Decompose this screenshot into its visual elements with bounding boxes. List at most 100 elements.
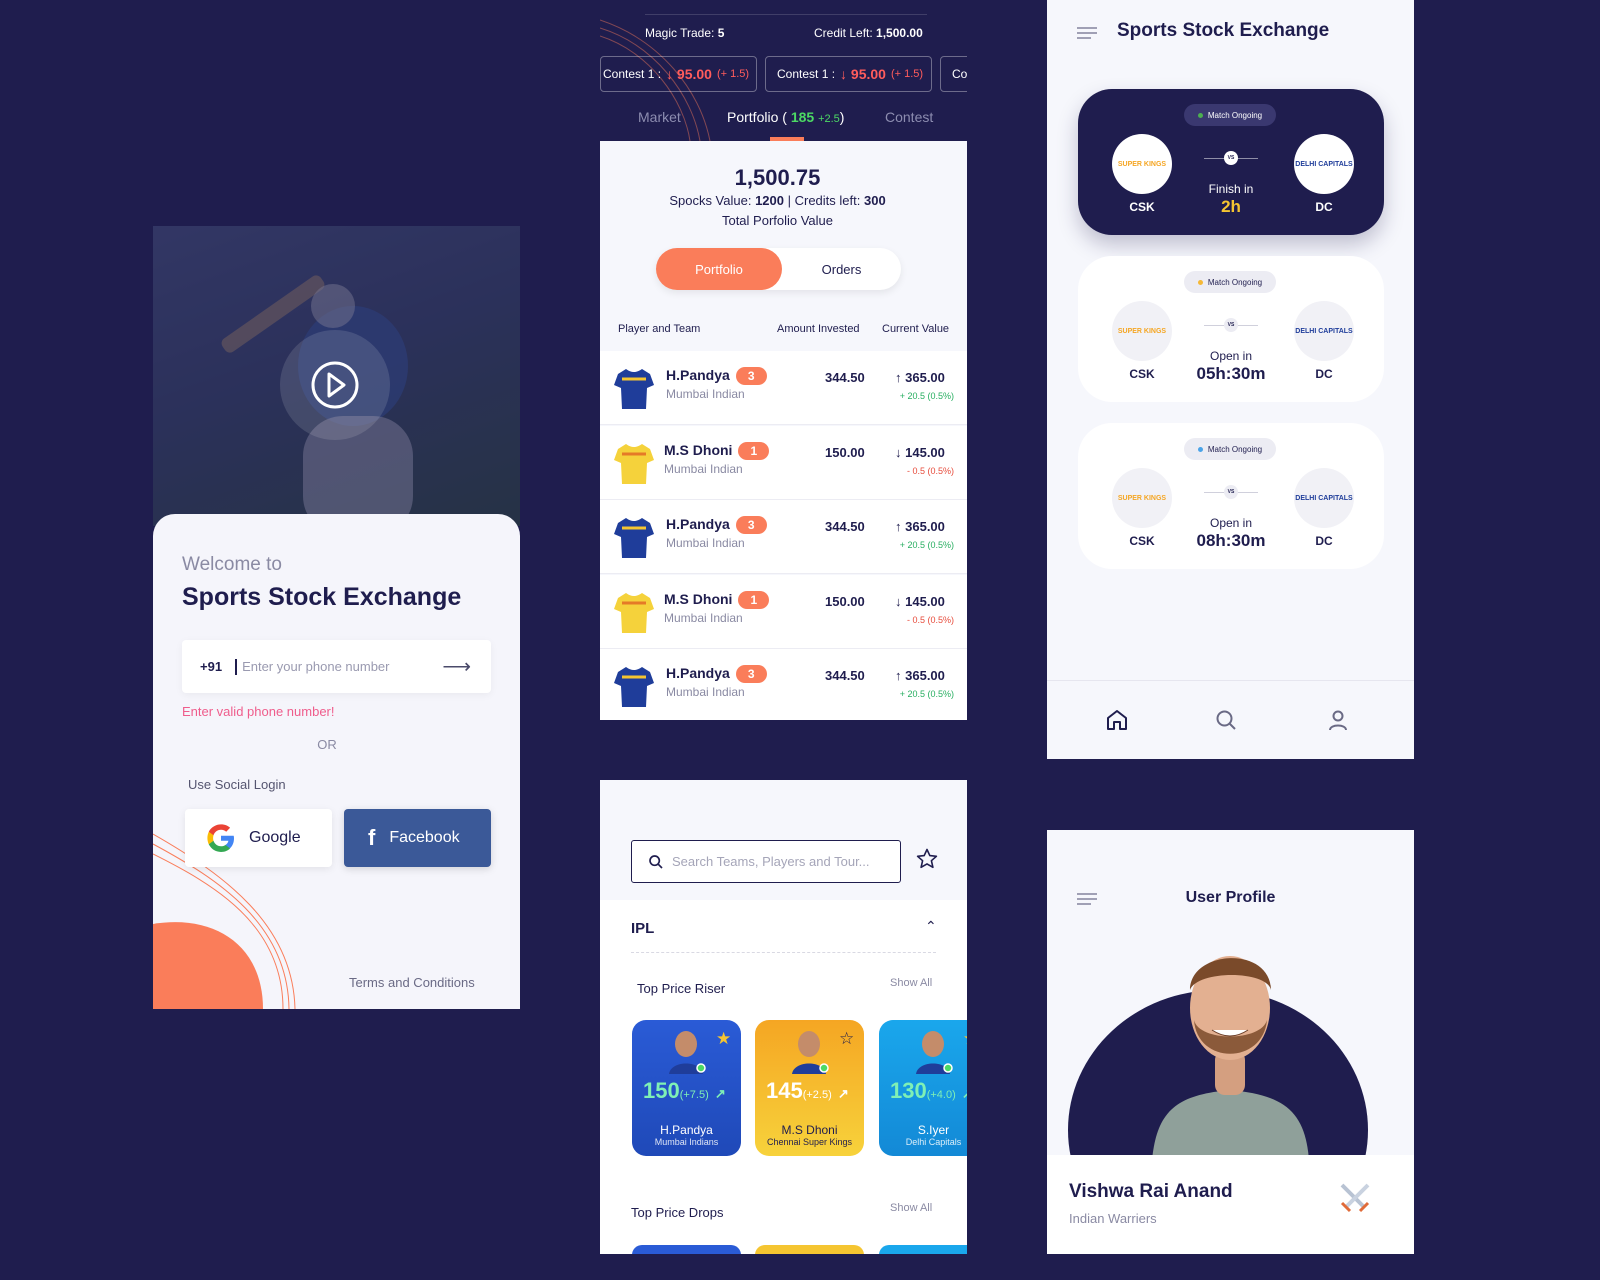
search-placeholder[interactable]: Search Teams, Players and Tour... — [672, 854, 870, 869]
arrow-up-icon: ↑ — [895, 370, 902, 385]
contest-change: (+ 1.5) — [890, 68, 924, 80]
player-team: Mumbai Indian — [664, 610, 743, 625]
google-label[interactable]: Google — [249, 829, 301, 847]
tab-contest[interactable]: Contest — [885, 109, 933, 125]
jersey-icon — [614, 518, 654, 558]
contest-label: Co — [952, 67, 967, 81]
player-name: H.Pandya 3 — [666, 665, 767, 683]
team-a-name: CSK — [1129, 200, 1155, 214]
country-code[interactable]: +91 — [200, 659, 222, 674]
login-card: Welcome to Sports Stock Exchange +91 Ent… — [153, 514, 520, 1009]
favorite-star-icon[interactable]: ★ — [963, 1029, 967, 1049]
match-card[interactable]: Match Ongoing SUPER KINGS DELHI CAPITALS… — [1078, 256, 1384, 402]
player-price: 145(+2.5) ↗ — [766, 1078, 849, 1103]
user-icon[interactable] — [1326, 708, 1350, 737]
favorite-star-icon[interactable]: ☆ — [839, 1029, 854, 1049]
search-input[interactable]: Search Teams, Players and Tour... — [631, 840, 901, 883]
match-card[interactable]: Match Ongoing SUPER KINGS DELHI CAPITALS… — [1078, 89, 1384, 235]
arrow-right-icon[interactable]: ⟶ — [442, 654, 471, 679]
trend-up-icon: ↗ — [714, 1086, 726, 1101]
player-team: Mumbai Indian — [666, 387, 745, 401]
terms-link[interactable]: Terms and Conditions — [349, 975, 475, 990]
table-row[interactable]: H.Pandya 3 Mumbai Indian 344.50 ↑ 365.00 … — [600, 351, 967, 425]
current-value: ↓ 145.00 — [895, 444, 945, 460]
google-login-button[interactable]: Google — [185, 809, 332, 867]
value-change: + 20.5 (0.5%) — [899, 391, 954, 401]
quantity-badge: 1 — [738, 590, 770, 609]
table-row[interactable]: M.S Dhoni 1 Mumbai Indian 150.00 ↓ 145.00… — [600, 574, 967, 649]
amount-invested: 150.00 — [825, 444, 865, 460]
amount-invested: 344.50 — [825, 668, 865, 683]
table-row[interactable]: H.Pandya 3 Mumbai Indian 344.50 ↑ 365.00 … — [600, 649, 967, 720]
magic-trade-value: 5 — [717, 26, 725, 40]
show-all-link[interactable]: Show All — [890, 977, 932, 989]
phone-error-text: Enter valid phone number! — [182, 704, 335, 719]
player-card-partial[interactable] — [879, 1245, 967, 1254]
facebook-label[interactable]: Facebook — [389, 829, 459, 847]
search-icon[interactable] — [1214, 708, 1238, 737]
credit-left: Credit Left: 1,500.00 — [814, 26, 923, 40]
amount-invested: 344.50 — [825, 519, 865, 534]
player-card-partial[interactable] — [632, 1245, 741, 1254]
jersey-icon — [614, 592, 654, 633]
column-header-invested: Amount Invested — [777, 323, 860, 335]
player-name: H.Pandya 3 — [666, 367, 767, 385]
player-card[interactable]: ☆ 145(+2.5) ↗ M.S Dhoni Chennai Super Ki… — [755, 1020, 864, 1156]
toggle-orders[interactable]: Orders — [782, 248, 901, 290]
jersey-icon — [614, 443, 654, 484]
player-price: 130(+4.0) ↗ — [890, 1078, 967, 1104]
or-divider: OR — [317, 737, 337, 752]
contest-label: Contest 1 : — [603, 67, 662, 81]
phone-input-field[interactable]: +91 Enter your phone number ⟶ — [182, 640, 491, 693]
header-divider — [645, 14, 927, 15]
table-row[interactable]: M.S Dhoni 1 Mumbai Indian 150.00 ↓ 145.00… — [600, 425, 967, 500]
hamburger-menu-icon[interactable] — [1077, 27, 1097, 39]
team-b-name: DC — [1315, 200, 1333, 214]
phone-input-placeholder[interactable]: Enter your phone number — [242, 659, 389, 674]
play-button[interactable] — [280, 330, 390, 440]
match-status-pill: Match Ongoing — [1184, 438, 1276, 460]
portfolio-header: Magic Trade: 5 Credit Left: 1,500.00 Con… — [600, 0, 967, 141]
player-avatar — [669, 1031, 706, 1074]
jersey-icon — [614, 369, 654, 409]
dc-logo: DELHI CAPITALS — [1294, 468, 1354, 528]
league-title[interactable]: IPL — [631, 920, 654, 937]
match-card[interactable]: Match Ongoing SUPER KINGS DELHI CAPITALS… — [1078, 423, 1384, 569]
show-all-link[interactable]: Show All — [890, 1202, 932, 1214]
app-name-heading: Sports Stock Exchange — [182, 583, 462, 611]
search-icon — [649, 854, 663, 869]
tab-market[interactable]: Market — [638, 109, 681, 125]
contest-chip[interactable]: Contest 1 : ↓ 95.00 (+ 1.5) — [600, 56, 757, 92]
favorite-star-icon[interactable]: ★ — [716, 1029, 731, 1049]
timer-label: Open in — [1209, 516, 1253, 530]
vs-badge: VS — [1224, 318, 1238, 332]
arrow-up-icon: ↑ — [895, 668, 902, 683]
timer-label: Open in — [1209, 349, 1253, 363]
toggle-portfolio[interactable]: Portfolio — [656, 248, 782, 290]
team-a-name: CSK — [1129, 534, 1155, 548]
quantity-badge: 3 — [735, 367, 767, 385]
credit-left-label: Credit Left: — [814, 26, 873, 40]
amount-invested: 150.00 — [825, 593, 865, 609]
nav-divider — [1047, 680, 1414, 681]
player-team: Mumbai Indian — [666, 536, 745, 550]
player-card-partial[interactable] — [755, 1245, 864, 1254]
contest-chip[interactable]: Contest 1 : ↓ 95.00 (+ 1.5) — [765, 56, 932, 92]
player-card[interactable]: ★ 130(+4.0) ↗ S.Iyer Delhi Capitals — [879, 1020, 967, 1156]
team-b-name: DC — [1315, 534, 1333, 548]
home-icon[interactable] — [1105, 708, 1129, 737]
portfolio-screen: Magic Trade: 5 Credit Left: 1,500.00 Con… — [600, 0, 967, 720]
column-header-player: Player and Team — [618, 323, 701, 335]
contest-chip[interactable]: Co — [940, 56, 967, 92]
portfolio-orders-toggle: Portfolio Orders — [656, 248, 901, 290]
tab-portfolio[interactable]: Portfolio ( 185 +2.5) — [727, 109, 844, 125]
match-status-pill: Match Ongoing — [1184, 271, 1276, 293]
facebook-login-button[interactable]: f Facebook — [344, 809, 491, 867]
total-portfolio-label: Total Porfolio Value — [721, 213, 834, 228]
quantity-badge: 3 — [735, 516, 767, 534]
star-icon[interactable] — [915, 847, 939, 876]
chevron-up-icon[interactable]: ⌃ — [925, 918, 937, 935]
player-card[interactable]: ★ 150(+7.5) ↗ H.Pandya Mumbai Indians — [632, 1020, 741, 1156]
table-row[interactable]: H.Pandya 3 Mumbai Indian 344.50 ↑ 365.00 … — [600, 500, 967, 574]
status-dot — [1197, 446, 1203, 452]
